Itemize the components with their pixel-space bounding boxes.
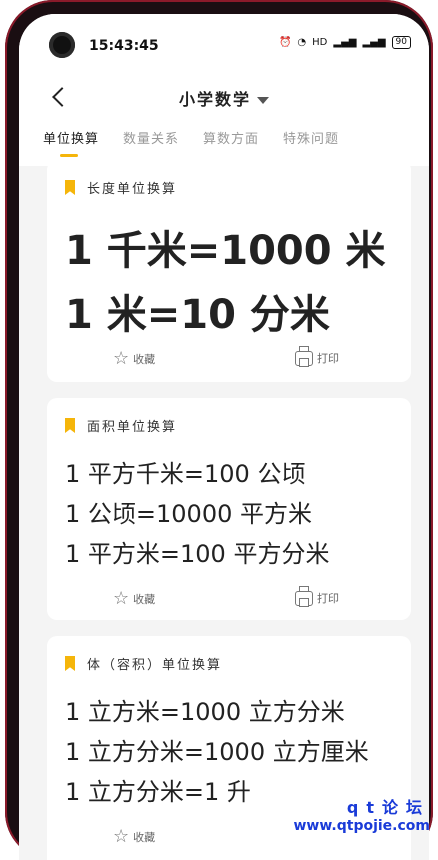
hd-icon: HD: [312, 37, 328, 48]
tab-special-problems[interactable]: 特殊问题: [283, 128, 339, 147]
card-header: 长度单位换算: [65, 178, 177, 197]
app-header: 小学数学 单位换算 数量关系 算数方面 特殊问题: [19, 60, 429, 166]
bookmark-icon: [65, 180, 75, 195]
alarm-icon: ⏰: [278, 37, 292, 48]
watermark-line2: www.qtpojie.com: [293, 818, 431, 834]
tab-bar: 单位换算 数量关系 算数方面 特殊问题: [43, 128, 339, 157]
card-length: 长度单位换算 1 千米=1000 米 1 米=10 分米 ☆ 收藏 打印: [47, 160, 411, 382]
formula-line: 1 平方千米=100 公顷: [65, 460, 306, 488]
status-bar: 15:43:45 ⏰ ◔ HD ▂▄▆ ▂▄▆ 90: [19, 14, 429, 60]
tab-arithmetic[interactable]: 算数方面: [203, 128, 259, 147]
bookmark-icon: [65, 656, 75, 671]
card-actions: ☆ 收藏 打印: [47, 345, 411, 374]
formula-line: 1 千米=1000 米: [65, 228, 386, 274]
favorite-label: 收藏: [133, 353, 156, 366]
watermark-line1: qt论坛: [346, 798, 430, 817]
favorite-button[interactable]: ☆ 收藏: [113, 350, 155, 368]
signal-icon-2: ▂▄▆: [362, 37, 386, 48]
formula-line: 1 公顷=10000 平方米: [65, 500, 312, 528]
phone-frame: 15:43:45 ⏰ ◔ HD ▂▄▆ ▂▄▆ 90 小学数学 单位换算 数量关…: [5, 0, 433, 860]
chevron-down-icon: [257, 97, 269, 104]
card-area: 面积单位换算 1 平方千米=100 公顷 1 公顷=10000 平方米 1 平方…: [47, 398, 411, 620]
favorite-label: 收藏: [133, 831, 156, 844]
formula-line: 1 米=10 分米: [65, 292, 330, 338]
formula-line: 1 平方米=100 平方分米: [65, 540, 330, 568]
card-header: 面积单位换算: [65, 416, 177, 435]
print-label: 打印: [317, 592, 339, 605]
battery-icon: 90: [391, 36, 411, 49]
tab-label: 特殊问题: [283, 132, 340, 147]
star-icon: ☆: [113, 588, 130, 609]
star-icon: ☆: [113, 348, 130, 369]
active-tab-indicator: [60, 154, 78, 157]
favorite-button[interactable]: ☆ 收藏: [113, 590, 155, 608]
tab-label: 算数方面: [203, 132, 260, 147]
printer-icon: [295, 585, 313, 607]
signal-icon: ▂▄▆: [333, 37, 357, 48]
print-button[interactable]: 打印: [295, 585, 339, 607]
page-title-text: 小学数学: [178, 90, 251, 109]
card-title: 长度单位换算: [87, 182, 178, 197]
print-label: 打印: [317, 352, 339, 365]
tab-label: 数量关系: [123, 132, 180, 147]
formula-line: 1 立方分米=1 升: [65, 778, 251, 806]
card-title: 面积单位换算: [87, 420, 178, 435]
status-time: 15:43:45: [89, 38, 159, 54]
watermark: qt论坛 www.qtpojie.com: [294, 794, 431, 834]
favorite-label: 收藏: [133, 593, 156, 606]
printer-icon: [295, 345, 313, 367]
bookmark-icon: [65, 418, 75, 433]
star-icon: ☆: [113, 826, 130, 847]
tab-unit-conversion[interactable]: 单位换算: [43, 128, 100, 157]
favorite-button[interactable]: ☆ 收藏: [113, 828, 155, 846]
page-title[interactable]: 小学数学: [19, 86, 429, 110]
screen: 15:43:45 ⏰ ◔ HD ▂▄▆ ▂▄▆ 90 小学数学 单位换算 数量关…: [19, 14, 429, 860]
card-title: 体（容积）单位换算: [87, 658, 223, 673]
print-button[interactable]: 打印: [295, 345, 339, 367]
front-camera: [49, 32, 75, 58]
card-actions: ☆ 收藏 打印: [47, 585, 411, 614]
status-icons: ⏰ ◔ HD ▂▄▆ ▂▄▆ 90: [279, 36, 411, 49]
tab-quantity-relations[interactable]: 数量关系: [123, 128, 179, 147]
formula-line: 1 立方分米=1000 立方厘米: [65, 738, 369, 766]
formula-line: 1 立方米=1000 立方分米: [65, 698, 345, 726]
tab-label: 单位换算: [43, 132, 100, 147]
card-header: 体（容积）单位换算: [65, 654, 222, 673]
wifi-icon: ◔: [297, 37, 307, 48]
